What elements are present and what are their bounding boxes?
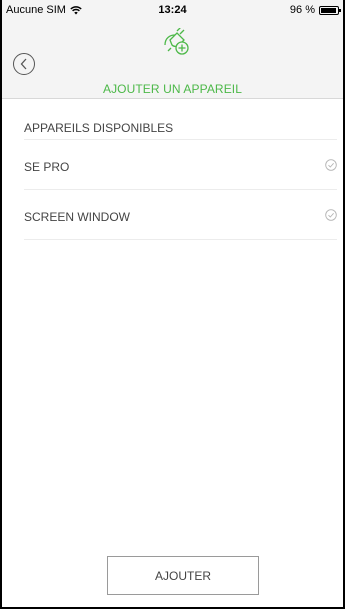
battery-percent: 96 % <box>289 4 315 16</box>
plug-add-icon <box>164 28 189 55</box>
device-label: SE PRO <box>24 160 70 174</box>
app-screen: Aucune SIM 13:24 96 % AJOUTER UN APPAREI… <box>0 0 345 609</box>
section-header: APPAREILS DISPONIBLES <box>24 99 337 140</box>
page-title: AJOUTER UN APPAREIL <box>102 82 243 96</box>
device-item-screen-window[interactable]: SCREEN WINDOW <box>24 190 337 240</box>
add-button[interactable]: AJOUTER <box>107 556 259 595</box>
check-circle-icon <box>325 209 337 221</box>
back-button[interactable] <box>13 53 35 75</box>
navigation-bar: AJOUTER UN APPAREIL <box>2 20 343 99</box>
devices-list: APPAREILS DISPONIBLES SE PRO SCREEN WIND… <box>2 99 343 240</box>
status-bar: Aucune SIM 13:24 96 % <box>2 0 343 20</box>
battery-level-fill <box>321 7 337 13</box>
check-circle-icon <box>325 159 337 171</box>
device-label: SCREEN WINDOW <box>24 210 130 224</box>
section-header-label: APPAREILS DISPONIBLES <box>24 121 174 135</box>
battery-icon <box>319 5 341 15</box>
device-item-se-pro[interactable]: SE PRO <box>24 140 337 190</box>
chevron-left-icon <box>20 58 27 70</box>
status-battery-group: 96 % <box>289 4 341 16</box>
add-button-label: AJOUTER <box>154 568 211 583</box>
